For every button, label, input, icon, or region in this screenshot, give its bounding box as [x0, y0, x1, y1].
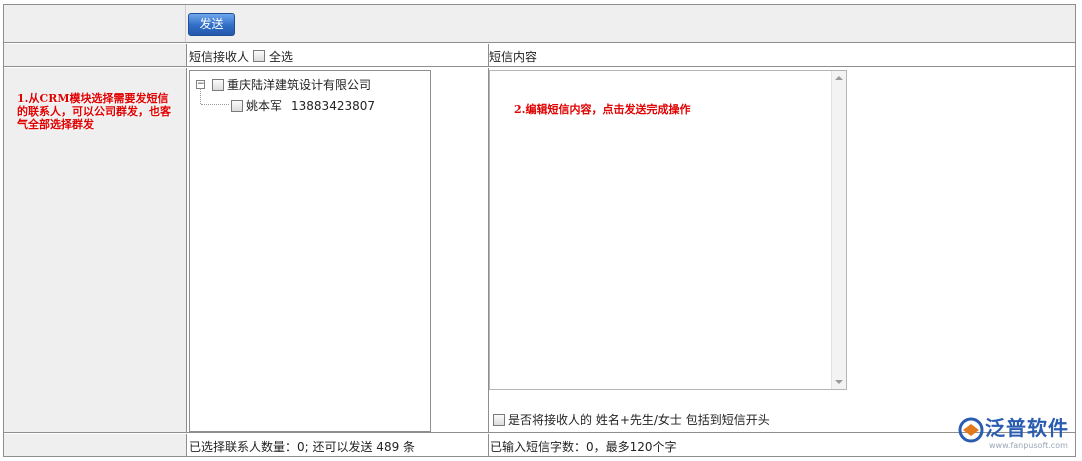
content-header-label: 短信内容	[489, 50, 538, 64]
step2-annotation: 2.编辑短信内容，点击发送完成操作	[514, 103, 691, 116]
brand-logo: 泛普软件 www.fanpusoft.com	[955, 410, 1075, 456]
company-label[interactable]: 重庆陆洋建筑设计有限公司	[227, 76, 371, 93]
textarea-scrollbar[interactable]	[831, 71, 846, 389]
recipients-header: 短信接收人 全选	[189, 48, 293, 64]
include-name-checkbox[interactable]	[493, 413, 505, 426]
toolbar-label-cell	[4, 5, 186, 42]
toolbar: 发送	[4, 5, 1075, 43]
footer-row: 已选择联系人数量：0; 还可以发送 489 条 已输入短信字数：0，最多120个…	[4, 434, 1075, 456]
sms-send-panel: 发送 短信接收人 全选 短信内容 1.从CRM模块选择需要发短信的联系人，可以公…	[3, 4, 1076, 457]
recipients-header-label: 短信接收人	[189, 49, 250, 64]
select-all-label[interactable]: 全选	[269, 48, 293, 65]
selected-count-status: 已选择联系人数量：0; 还可以发送 489 条	[189, 440, 416, 454]
main-row: 1.从CRM模块选择需要发短信的联系人，可以公司群发，也客气全部选择群发 − 重…	[4, 68, 1075, 433]
tree-connector	[201, 104, 229, 105]
logo-url-text: www.fanpusoft.com	[989, 441, 1068, 450]
footer-label-cell	[4, 434, 187, 456]
main-label-cell: 1.从CRM模块选择需要发短信的联系人，可以公司群发，也客气全部选择群发	[4, 68, 187, 432]
step1-annotation: 1.从CRM模块选择需要发短信的联系人，可以公司群发，也客气全部选择群发	[17, 92, 171, 131]
contact-checkbox[interactable]	[231, 99, 243, 112]
header-row: 短信接收人 全选 短信内容	[4, 44, 1075, 67]
scroll-up-arrow-icon[interactable]	[835, 76, 843, 80]
logo-mark-icon	[958, 417, 984, 443]
company-checkbox[interactable]	[212, 78, 224, 91]
header-label-cell	[4, 44, 187, 66]
send-button[interactable]: 发送	[188, 13, 235, 36]
tree-node-company[interactable]: − 重庆陆洋建筑设计有限公司	[196, 76, 371, 93]
select-all-checkbox[interactable]	[253, 50, 266, 62]
tree-node-contact[interactable]: 姚本军 13883423807	[231, 97, 375, 114]
column-divider	[488, 434, 489, 456]
recipient-tree[interactable]: − 重庆陆洋建筑设计有限公司 姚本军 13883423807	[189, 70, 431, 432]
scroll-down-arrow-icon[interactable]	[835, 380, 843, 384]
char-count-status: 已输入短信字数：0，最多120个字	[490, 440, 677, 454]
tree-connector	[200, 88, 201, 104]
include-name-label[interactable]: 是否将接收人的 姓名+先生/女士 包括到短信开头	[508, 411, 770, 428]
include-name-option[interactable]: 是否将接收人的 姓名+先生/女士 包括到短信开头	[493, 411, 770, 428]
logo-brand-text: 泛普软件	[985, 416, 1069, 440]
sms-content-textarea[interactable]: 2.编辑短信内容，点击发送完成操作	[489, 70, 847, 390]
contact-name[interactable]: 姚本军	[246, 97, 282, 114]
contact-phone: 13883423807	[291, 98, 375, 113]
